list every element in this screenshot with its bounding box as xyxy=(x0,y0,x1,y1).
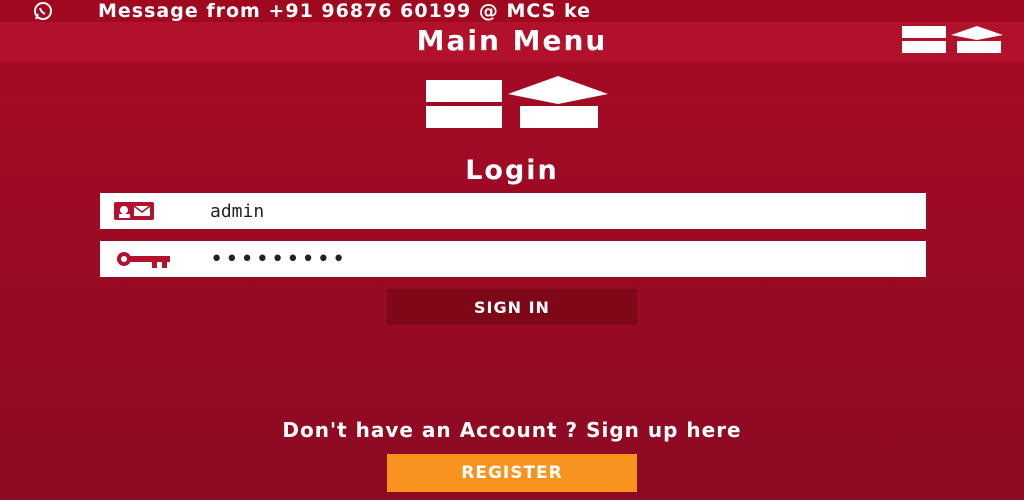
brand-logo-icon[interactable] xyxy=(902,26,1004,58)
username-input[interactable] xyxy=(210,196,810,226)
sign-in-button[interactable]: SIGN IN xyxy=(387,289,637,325)
password-input[interactable] xyxy=(210,244,810,274)
id-card-icon xyxy=(100,193,210,229)
password-field[interactable] xyxy=(100,241,926,277)
whatsapp-icon xyxy=(32,0,54,22)
login-title: Login xyxy=(465,155,559,186)
signup-prompt: Don't have an Account ? Sign up here xyxy=(282,418,742,442)
key-icon xyxy=(100,241,210,277)
app-logo-icon xyxy=(424,76,610,134)
page-title: Main Menu xyxy=(416,24,608,57)
username-field[interactable] xyxy=(100,193,926,229)
notification-bar[interactable]: Message from +91 96876 60199 @ MCS ke xyxy=(0,0,1024,22)
title-bar: Main Menu xyxy=(0,22,1024,62)
notification-text: Message from +91 96876 60199 @ MCS ke xyxy=(98,0,591,22)
register-button[interactable]: REGISTER xyxy=(387,454,637,492)
